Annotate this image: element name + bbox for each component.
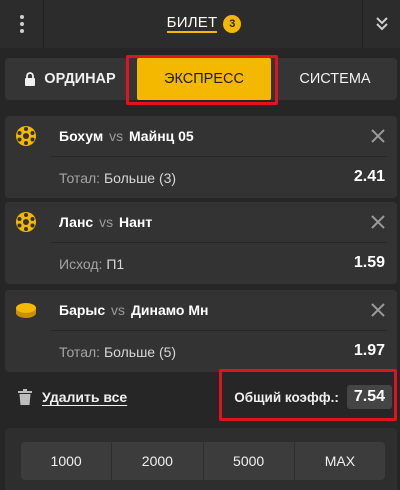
stake-button-2000[interactable]: 2000 (112, 442, 204, 480)
bet-event-row: Бохум vs Майнц 05 (5, 116, 397, 156)
more-menu-button[interactable] (0, 0, 44, 48)
collapse-button[interactable] (362, 0, 400, 48)
stake-button-max[interactable]: MAX (295, 442, 385, 480)
market-label: Исход: (59, 256, 103, 272)
stake-panel: 1000 2000 5000 MAX (5, 428, 397, 490)
bet-event-row: Барыс vs Динамо Мн (5, 290, 397, 330)
total-odds-label: Общий коэфф.: (234, 389, 339, 405)
tab-express-label: ЭКСПРЕСС (164, 71, 244, 87)
selection-value: П1 (106, 256, 125, 272)
home-team: Ланс (59, 214, 94, 230)
stake-button-5000[interactable]: 5000 (204, 442, 295, 480)
lock-icon (25, 72, 36, 86)
bet-slip-title: БИЛЕТ (166, 13, 218, 33)
bet-event-row: Ланс vs Нант (5, 202, 397, 242)
bet-card: Бохум vs Майнц 05 Тотал: Больше (3) 2.41 (5, 116, 397, 198)
close-icon[interactable] (369, 301, 387, 319)
football-icon (16, 126, 36, 146)
bet-card: Ланс vs Нант Исход: П1 1.59 (5, 202, 397, 284)
home-team: Барыс (59, 302, 106, 318)
bet-selection: Исход: П1 (59, 256, 124, 272)
tab-single-label: ОРДИНАР (44, 71, 116, 87)
match-name: Барыс vs Динамо Мн (59, 302, 209, 318)
bet-odds: 2.41 (353, 168, 385, 185)
football-icon (16, 212, 36, 232)
bet-odds: 1.97 (353, 342, 385, 359)
divider (51, 242, 387, 243)
stake-button-1000[interactable]: 1000 (21, 442, 113, 480)
tab-single[interactable]: ОРДИНАР (5, 58, 135, 100)
bet-type-tabs: ОРДИНАР ЭКСПРЕСС СИСТЕМА (5, 58, 397, 100)
close-icon[interactable] (369, 213, 387, 231)
bet-count-badge: 3 (223, 15, 242, 33)
delete-all-button[interactable]: Удалить все (18, 386, 127, 408)
tab-express[interactable]: ЭКСПРЕСС (137, 58, 271, 100)
away-team: Динамо Мн (130, 302, 209, 318)
market-label: Тотал: (59, 170, 101, 186)
divider (51, 156, 387, 157)
bet-selection: Тотал: Больше (3) (59, 170, 176, 186)
vs-label: vs (111, 302, 126, 318)
bet-card: Барыс vs Динамо Мн Тотал: Больше (5) 1.9… (5, 290, 397, 372)
bet-slip-header: БИЛЕТ 3 (0, 0, 400, 48)
trash-icon (18, 389, 32, 405)
match-name: Бохум vs Майнц 05 (59, 128, 194, 144)
hockey-puck-icon (16, 303, 36, 318)
away-team: Майнц 05 (128, 128, 194, 144)
bet-slip-tab[interactable]: БИЛЕТ 3 (46, 0, 362, 48)
quick-stake-buttons: 1000 2000 5000 MAX (21, 442, 385, 480)
selection-value: Больше (5) (103, 344, 177, 360)
vertical-dots-icon (19, 15, 24, 33)
vs-label: vs (109, 128, 124, 144)
divider (51, 330, 387, 331)
bet-selection: Тотал: Больше (5) (59, 344, 176, 360)
total-odds: Общий коэфф.: 7.54 (226, 383, 392, 411)
double-chevron-down-icon (375, 17, 388, 31)
tab-system[interactable]: СИСТЕМА (273, 58, 397, 100)
selection-value: Больше (3) (103, 170, 177, 186)
close-icon[interactable] (369, 127, 387, 145)
away-team: Нант (118, 214, 153, 230)
vs-label: vs (99, 214, 114, 230)
market-label: Тотал: (59, 344, 101, 360)
match-name: Ланс vs Нант (59, 214, 152, 230)
home-team: Бохум (59, 128, 104, 144)
total-odds-value: 7.54 (346, 385, 392, 409)
tab-system-label: СИСТЕМА (299, 71, 371, 87)
delete-all-label: Удалить все (42, 389, 128, 405)
bet-odds: 1.59 (353, 254, 385, 271)
